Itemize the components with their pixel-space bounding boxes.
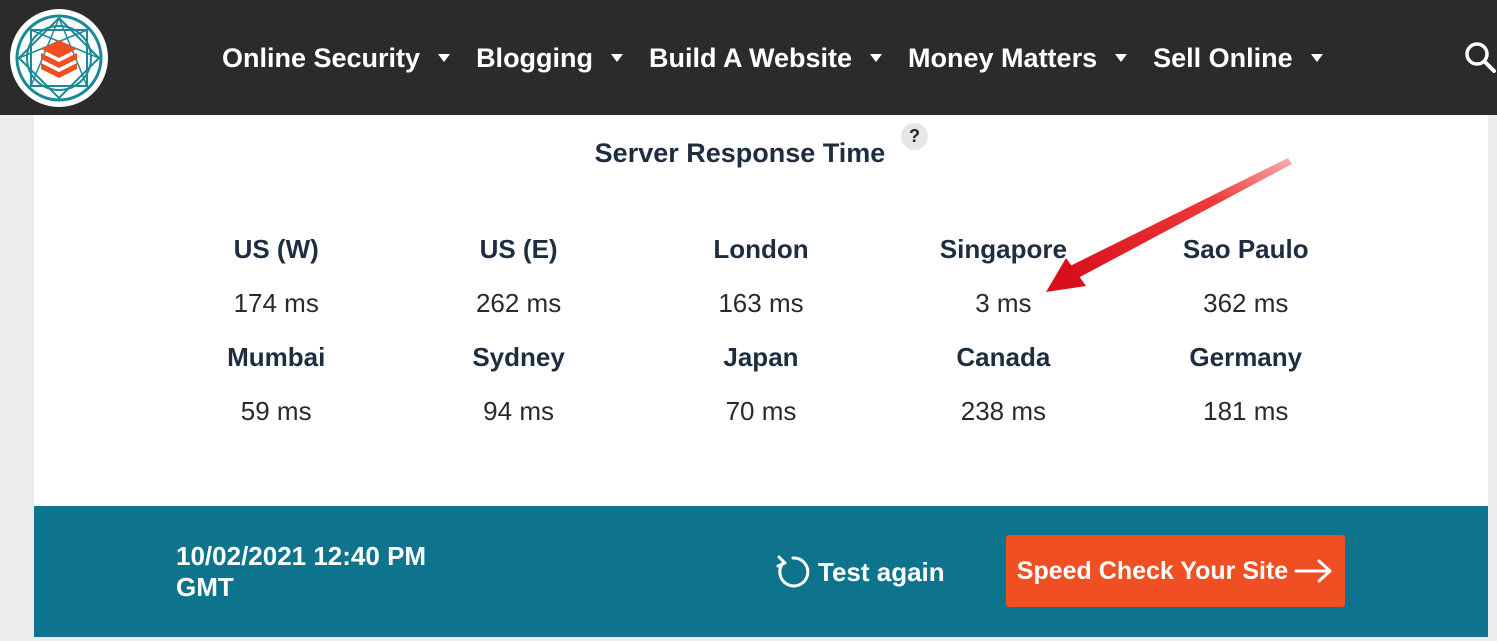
response-time-value: 59 ms <box>240 395 312 426</box>
location-name: Sydney <box>472 341 565 372</box>
response-time-value: 238 ms <box>960 395 1046 426</box>
caret-down-icon <box>1115 54 1128 62</box>
nav-item-label: Money Matters <box>908 42 1098 73</box>
caret-down-icon <box>438 54 451 62</box>
site-logo[interactable] <box>10 9 108 107</box>
response-time-value: 174 ms <box>233 287 319 318</box>
section-title: Server Response Time <box>594 138 886 168</box>
location-name: Japan <box>723 341 799 372</box>
response-time-value: 94 ms <box>483 395 554 426</box>
location-name: Canada <box>956 341 1051 372</box>
response-time-grid: US (W) US (E) London Singapore Sao Paulo… <box>155 222 1367 438</box>
nav-item-label: Build A Website <box>649 42 853 73</box>
location-name: Germany <box>1189 341 1303 372</box>
response-time-value: 181 ms <box>1203 395 1289 426</box>
location-name: US (W) <box>233 233 319 264</box>
nav-item-label: Blogging <box>476 42 594 73</box>
nav-item-label: Online Security <box>222 42 421 73</box>
test-again-button[interactable]: Test again <box>774 552 945 592</box>
response-time-value: 70 ms <box>725 395 797 426</box>
top-navbar: Online Security Blogging Build A Website… <box>0 0 1497 115</box>
caret-down-icon <box>611 54 624 62</box>
location-name: US (E) <box>479 233 558 264</box>
location-name: Mumbai <box>227 341 326 372</box>
test-again-label: Test again <box>818 556 945 587</box>
main-menu: Online Security Blogging Build A Website… <box>222 36 1349 80</box>
nav-item-sell-online[interactable]: Sell Online <box>1153 43 1323 74</box>
caret-down-icon <box>1310 54 1323 62</box>
test-datetime: 10/02/2021 12:40 PM GMT <box>176 541 427 602</box>
refresh-icon <box>776 555 810 588</box>
response-time-value: 262 ms <box>475 287 562 318</box>
location-name: London <box>713 233 809 264</box>
nav-item-label: Sell Online <box>1153 42 1293 73</box>
location-name: Singapore <box>939 233 1067 264</box>
nav-item-money-matters[interactable]: Money Matters <box>908 42 1128 74</box>
response-time-value: 163 ms <box>718 287 804 318</box>
search-icon[interactable] <box>1463 40 1497 74</box>
response-time-value: 362 ms <box>1203 287 1289 318</box>
speed-check-label: Speed Check Your Site <box>1016 556 1289 585</box>
response-time-value: 3 ms <box>975 287 1032 318</box>
arrow-right-icon <box>1294 559 1332 583</box>
nav-item-build-a-website[interactable]: Build A Website <box>649 42 883 74</box>
caret-down-icon <box>870 54 883 62</box>
speed-check-button[interactable]: Speed Check Your Site <box>1006 535 1345 607</box>
nav-item-blogging[interactable]: Blogging <box>476 42 624 74</box>
location-name: Sao Paulo <box>1182 233 1309 264</box>
logo-emblem-icon <box>15 14 103 102</box>
nav-item-online-security[interactable]: Online Security <box>222 42 451 74</box>
